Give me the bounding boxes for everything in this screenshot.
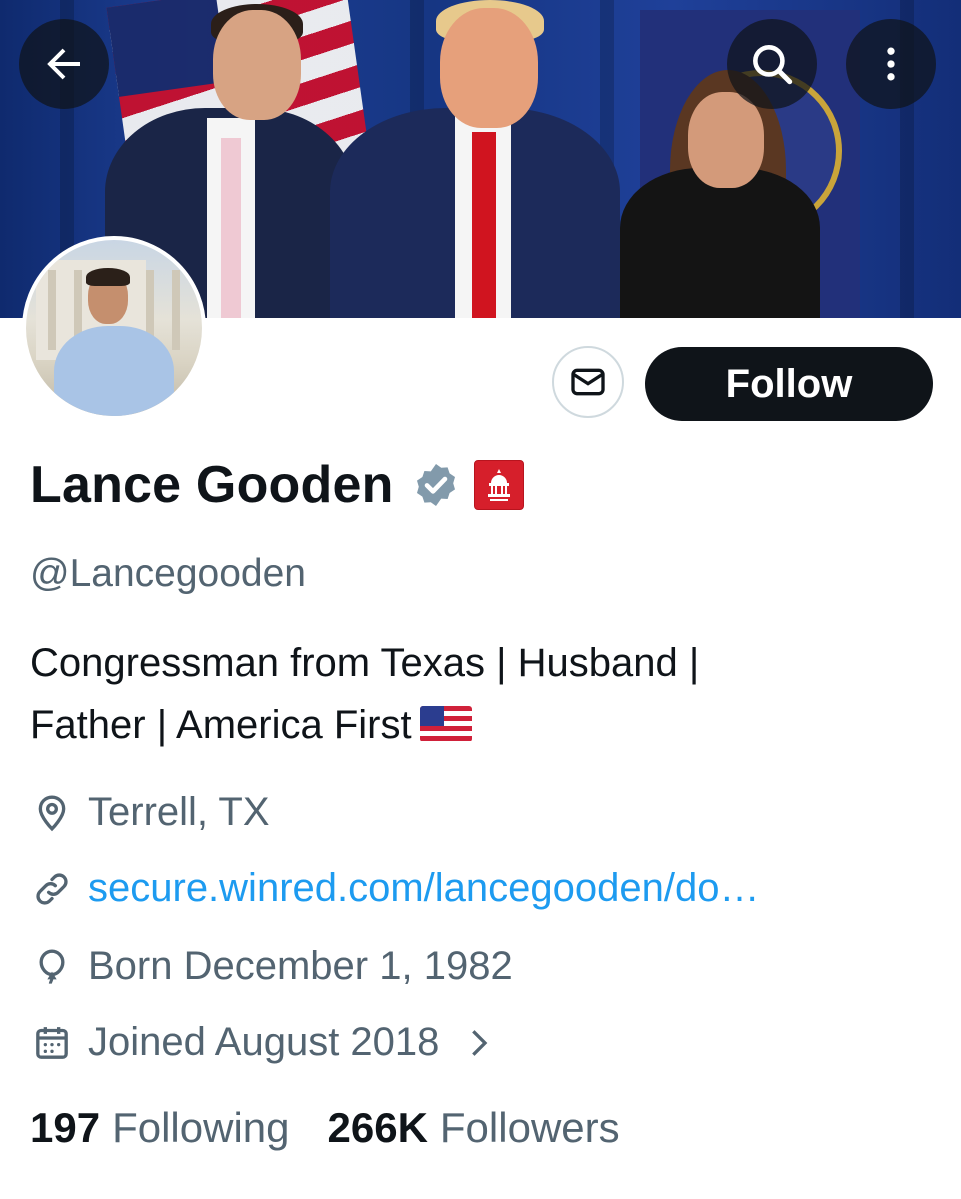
location-pin-icon bbox=[30, 791, 74, 835]
followers-stat[interactable]: 266K Followers bbox=[328, 1104, 620, 1152]
following-label: Following bbox=[112, 1104, 290, 1151]
house-gop-badge-icon[interactable] bbox=[473, 460, 524, 510]
following-stat[interactable]: 197 Following bbox=[30, 1104, 290, 1152]
more-options-button[interactable] bbox=[846, 19, 936, 109]
website-link[interactable]: secure.winred.com/lancegooden/do… bbox=[88, 866, 760, 911]
location-text: Terrell, TX bbox=[88, 790, 270, 834]
profile-website[interactable]: secure.winred.com/lancegooden/do… bbox=[30, 866, 760, 911]
back-arrow-icon bbox=[47, 48, 80, 80]
profile-name-row: Lance Gooden bbox=[30, 452, 524, 518]
verified-badge-icon[interactable] bbox=[412, 461, 460, 509]
banner-person-center bbox=[330, 0, 620, 318]
link-icon bbox=[30, 867, 74, 911]
search-button[interactable] bbox=[727, 19, 817, 109]
profile-joined[interactable]: Joined August 2018 bbox=[30, 1020, 495, 1065]
profile-stats: 197 Following 266K Followers bbox=[30, 1104, 620, 1152]
search-icon bbox=[753, 45, 793, 85]
message-button[interactable] bbox=[552, 346, 624, 418]
joined-text: Joined August 2018 bbox=[88, 1020, 440, 1064]
us-flag-emoji-icon bbox=[419, 706, 472, 742]
profile-name: Lance Gooden bbox=[30, 456, 394, 514]
chevron-right-icon[interactable] bbox=[465, 1023, 495, 1063]
profile-avatar[interactable] bbox=[22, 236, 206, 420]
more-vertical-icon bbox=[887, 47, 895, 81]
followers-label: Followers bbox=[439, 1104, 620, 1151]
following-count: 197 bbox=[30, 1104, 101, 1151]
profile-bio: Congressman from Texas | Husband | Fathe… bbox=[30, 632, 930, 756]
envelope-icon bbox=[571, 368, 605, 396]
profile-handle: @Lancegooden bbox=[30, 552, 306, 595]
balloon-icon bbox=[30, 945, 74, 989]
bio-line: Congressman from Texas | Husband | bbox=[30, 641, 700, 685]
profile-location: Terrell, TX bbox=[30, 790, 270, 835]
bio-line-text: Father | America First bbox=[30, 703, 412, 747]
calendar-icon bbox=[30, 1021, 74, 1065]
bio-line: Father | America First bbox=[30, 694, 930, 756]
birthday-text: Born December 1, 1982 bbox=[88, 944, 513, 988]
followers-count: 266K bbox=[327, 1104, 428, 1151]
follow-button[interactable]: Follow bbox=[645, 347, 933, 421]
profile-birthday: Born December 1, 1982 bbox=[30, 944, 513, 989]
back-button[interactable] bbox=[19, 19, 109, 109]
